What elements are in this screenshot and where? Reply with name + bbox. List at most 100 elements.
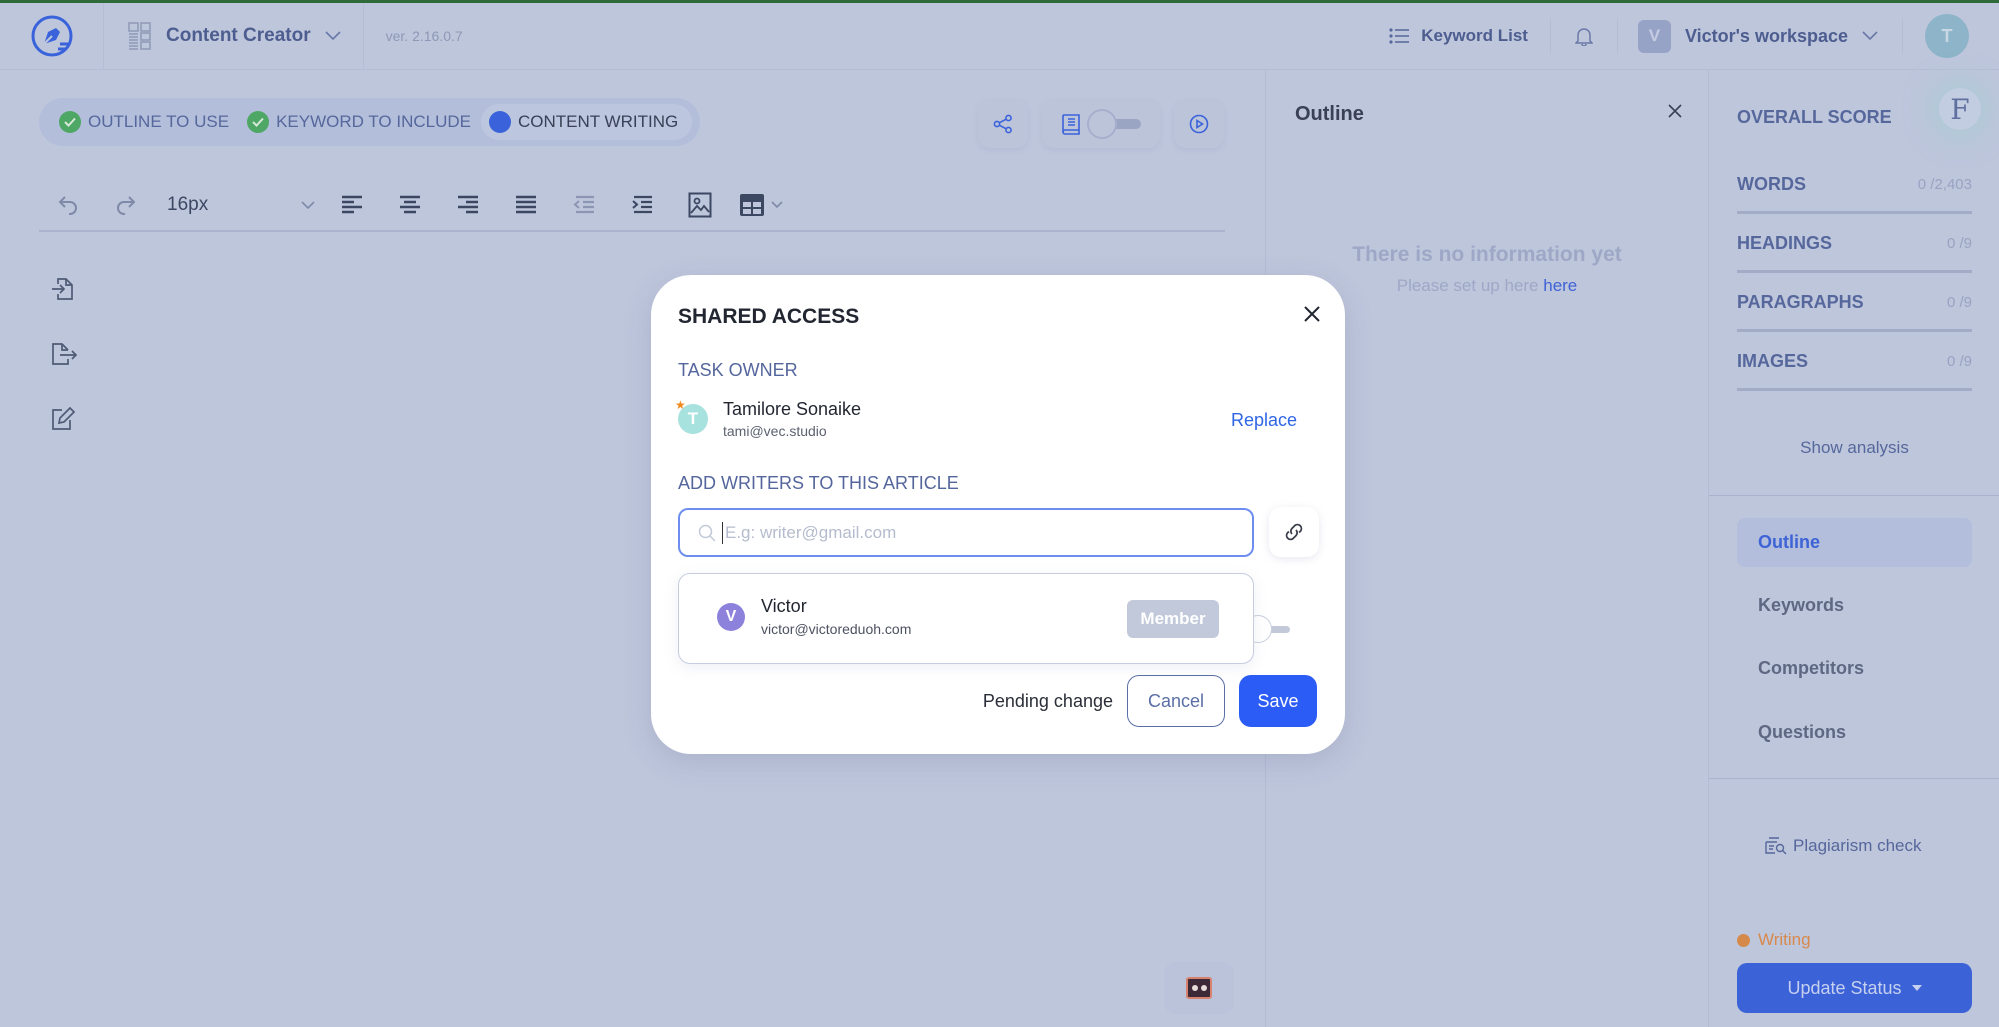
redo-button[interactable]	[97, 185, 155, 225]
workspace-switcher[interactable]: V Victor's workspace	[1618, 19, 1903, 53]
left-tools	[50, 276, 78, 437]
plagiarism-check-button[interactable]: Plagiarism check	[1765, 836, 1922, 856]
font-size-value: 16px	[167, 194, 209, 215]
member-badge: Member	[1127, 600, 1219, 638]
nav-competitors[interactable]: Competitors	[1737, 644, 1972, 693]
check-circle-icon	[247, 111, 270, 133]
outline-close-button[interactable]	[1668, 104, 1682, 123]
share-button[interactable]	[978, 100, 1028, 148]
empty-state-text: Please set up here	[1396, 276, 1539, 295]
user-avatar[interactable]: T	[1925, 14, 1969, 58]
nav-keywords[interactable]: Keywords	[1737, 581, 1972, 630]
metric-value: 0 /9	[1946, 353, 1972, 370]
top-bar: Content Creator ver. 2.16.0.7 Keyword Li…	[0, 0, 1999, 70]
close-icon	[1668, 104, 1682, 118]
import-button[interactable]	[50, 276, 78, 307]
align-center-button[interactable]	[381, 185, 439, 225]
writer-email-field[interactable]	[678, 508, 1254, 557]
metric-label: HEADINGS	[1737, 233, 1833, 253]
font-size-select[interactable]: 16px	[155, 194, 323, 216]
app-name: Content Creator	[166, 25, 311, 46]
align-left-icon	[342, 195, 362, 214]
metric-label: IMAGES	[1737, 351, 1809, 371]
step-keyword-to-include[interactable]: KEYWORD TO INCLUDE	[247, 111, 471, 133]
undo-button[interactable]	[39, 185, 97, 225]
step-content-writing[interactable]: CONTENT WRITING	[480, 104, 693, 140]
workspace-badge: V	[1637, 19, 1671, 53]
align-right-button[interactable]	[439, 185, 497, 225]
status-label: Writing	[1758, 930, 1811, 949]
align-justify-icon	[516, 195, 536, 214]
insert-image-button[interactable]	[671, 185, 729, 225]
add-writers-label: ADD WRITERS TO THIS ARTICLE	[678, 473, 959, 493]
robot-icon	[1186, 977, 1212, 999]
workspace-name: Victor's workspace	[1684, 25, 1848, 46]
align-justify-button[interactable]	[497, 185, 555, 225]
metric-value: 0 /9	[1946, 235, 1972, 252]
reading-mode-group	[1042, 100, 1160, 148]
chevron-down-icon	[325, 31, 341, 41]
step-label: CONTENT WRITING	[517, 112, 679, 131]
save-button[interactable]: Save	[1239, 675, 1317, 727]
step-label: OUTLINE TO USE	[88, 112, 230, 131]
align-left-button[interactable]	[323, 185, 381, 225]
nav-questions[interactable]: Questions	[1737, 708, 1972, 757]
insert-table-button[interactable]	[729, 185, 793, 225]
edit-icon	[52, 406, 76, 430]
modal-close-button[interactable]	[1303, 305, 1321, 328]
outdent-button[interactable]	[555, 185, 613, 225]
metric-label: PARAGRAPHS	[1737, 292, 1864, 312]
writer-email-input[interactable]	[722, 521, 1222, 544]
metric-value: 0 /2,403	[1917, 176, 1972, 193]
notifications-button[interactable]	[1551, 19, 1618, 53]
update-status-button[interactable]: Update Status	[1737, 963, 1972, 1013]
metric-label: WORDS	[1737, 174, 1806, 194]
reading-mode-toggle[interactable]	[1087, 109, 1141, 139]
keyword-list-button[interactable]: Keyword List	[1367, 19, 1551, 53]
link-icon	[1285, 523, 1303, 541]
share-icon	[993, 114, 1012, 134]
version-label: ver. 2.16.0.7	[385, 28, 463, 44]
step-label: KEYWORD TO INCLUDE	[276, 112, 471, 131]
overall-score-label: OVERALL SCORE	[1737, 107, 1892, 127]
score-panel: OVERALL SCORE F WORDS 0 /2,403 HEADINGS …	[1708, 70, 1999, 1027]
metric-paragraphs: PARAGRAPHS 0 /9	[1737, 292, 1972, 332]
shared-access-modal: SHARED ACCESS TASK OWNER ★ T Tamilore So…	[651, 275, 1345, 754]
editor-toolbar: 16px	[39, 180, 1225, 232]
play-button[interactable]	[1174, 100, 1224, 148]
empty-state-title: There is no information yet	[1352, 243, 1622, 266]
metric-words: WORDS 0 /2,403	[1737, 174, 1972, 214]
status-dot-icon	[1737, 933, 1750, 947]
app-switcher[interactable]: Content Creator	[104, 2, 364, 70]
check-circle-icon	[59, 111, 81, 133]
indent-icon	[632, 195, 652, 214]
step-outline-to-use[interactable]: OUTLINE TO USE	[59, 111, 229, 133]
pen-logo-icon	[31, 15, 72, 57]
replace-owner-link[interactable]: Replace	[1231, 410, 1297, 431]
logo[interactable]	[0, 2, 104, 70]
chevron-down-icon	[771, 201, 783, 209]
suggestion-email: victor@victoreduoh.com	[761, 621, 912, 637]
owner-email: tami@vec.studio	[723, 423, 827, 439]
suggestion-item[interactable]: V Victor victor@victoreduoh.com	[717, 596, 911, 637]
assistant-widget-button[interactable]	[1164, 962, 1234, 1014]
show-analysis-button[interactable]: Show analysis	[1709, 438, 1999, 458]
copy-link-button[interactable]	[1269, 507, 1319, 557]
star-icon: ★	[675, 398, 686, 412]
owner-initial: T	[687, 409, 699, 428]
owner-name: Tamilore Sonaike	[723, 399, 862, 419]
document-search-icon	[1765, 837, 1787, 855]
update-status-label: Update Status	[1787, 977, 1902, 998]
caret-down-icon	[1911, 985, 1922, 991]
book-icon	[1062, 114, 1080, 135]
file-import-icon	[52, 278, 73, 300]
active-step-dot-icon	[488, 111, 511, 133]
nav-outline[interactable]: Outline	[1737, 518, 1972, 567]
setup-link[interactable]: here	[1543, 276, 1577, 295]
indent-button[interactable]	[613, 185, 671, 225]
task-owner: ★ T Tamilore Sonaike tami@vec.studio	[675, 398, 862, 439]
pending-change-label: Pending change	[982, 690, 1113, 711]
cancel-button[interactable]: Cancel	[1127, 675, 1225, 727]
edit-button[interactable]	[50, 406, 78, 437]
export-button[interactable]	[50, 341, 78, 372]
